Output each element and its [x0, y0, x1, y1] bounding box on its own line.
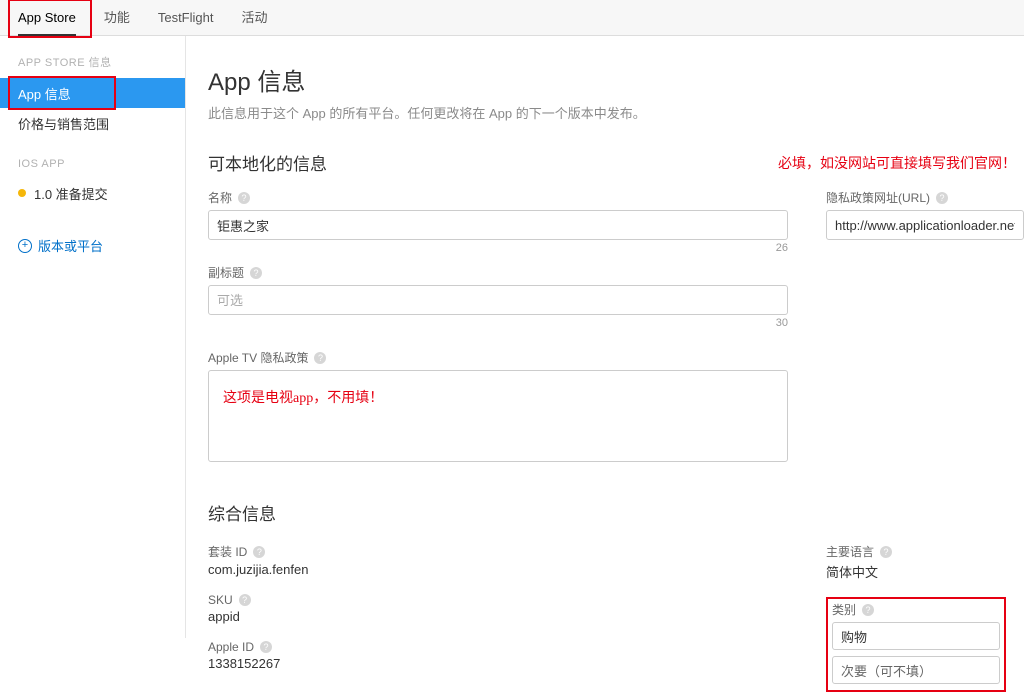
help-icon[interactable]: ? — [880, 546, 892, 558]
sidebar: APP STORE 信息 App 信息 价格与销售范围 IOS APP 1.0 … — [0, 36, 186, 638]
page-title: App 信息 — [208, 62, 1024, 97]
page-description: 此信息用于这个 App 的所有平台。任何更改将在 App 的下一个版本中发布。 — [208, 103, 1024, 122]
apple-tv-privacy-box[interactable]: 这项是电视app，不用填！ — [208, 370, 788, 462]
tab-activity[interactable]: 活动 — [241, 0, 267, 36]
annotation-required-note: 必填，如没网站可直接填写我们官网！ — [778, 153, 1024, 173]
label-text: 副标题 — [208, 264, 244, 281]
help-icon[interactable]: ? — [253, 546, 265, 558]
sidebar-section-ios: IOS APP — [0, 158, 185, 178]
label-apple-id: Apple ID ? — [208, 640, 788, 654]
label-primary-language: 主要语言 ? — [826, 543, 1024, 560]
main-content: App 信息 此信息用于这个 App 的所有平台。任何更改将在 App 的下一个… — [186, 36, 1024, 638]
help-icon[interactable]: ? — [238, 192, 250, 204]
add-link-label: 版本或平台 — [38, 236, 103, 255]
sidebar-section-appstore: APP STORE 信息 — [0, 54, 185, 78]
category-secondary-select[interactable]: 次要（可不填） — [832, 656, 1000, 684]
top-tabs: App Store 功能 TestFlight 活动 — [0, 0, 1024, 36]
status-dot-icon — [18, 189, 26, 197]
primary-language-value: 简体中文 — [826, 562, 1024, 581]
plus-circle-icon: + — [18, 239, 32, 253]
label-text: SKU — [208, 593, 233, 607]
apple-id-value: 1338152267 — [208, 656, 788, 671]
label-category: 类别 ? — [832, 601, 1000, 618]
sidebar-item-app-info[interactable]: App 信息 — [0, 78, 185, 108]
help-icon[interactable]: ? — [862, 604, 874, 616]
select-value: 次要（可不填） — [841, 661, 932, 680]
category-primary-select[interactable]: 购物 — [832, 622, 1000, 650]
name-input[interactable] — [208, 210, 788, 240]
add-version-platform-link[interactable]: + 版本或平台 — [0, 228, 185, 263]
sku-value: appid — [208, 609, 788, 624]
sidebar-item-label: 1.0 准备提交 — [34, 184, 108, 203]
select-value: 购物 — [841, 627, 867, 646]
label-subtitle: 副标题 ? — [208, 264, 788, 281]
sidebar-item-version[interactable]: 1.0 准备提交 — [0, 178, 185, 208]
sidebar-item-label: 价格与销售范围 — [18, 114, 109, 133]
annotation-tv-note: 这项是电视app，不用填！ — [223, 391, 383, 406]
sidebar-item-label: App 信息 — [18, 84, 71, 103]
label-text: 名称 — [208, 189, 232, 206]
subtitle-input[interactable] — [208, 285, 788, 315]
label-sku: SKU ? — [208, 593, 788, 607]
label-text: 主要语言 — [826, 543, 874, 560]
help-icon[interactable]: ? — [250, 267, 262, 279]
tab-app-store[interactable]: App Store — [18, 0, 76, 36]
name-char-count: 26 — [208, 242, 788, 254]
subtitle-char-count: 30 — [208, 317, 788, 329]
tab-features[interactable]: 功能 — [104, 0, 130, 36]
annotation-box-category: 类别 ? 购物 次要（可不填） — [826, 597, 1006, 692]
privacy-url-input[interactable] — [826, 210, 1024, 240]
label-text: 套装 ID — [208, 543, 247, 560]
label-name: 名称 ? — [208, 189, 788, 206]
help-icon[interactable]: ? — [260, 641, 272, 653]
section-title-general: 综合信息 — [208, 500, 1024, 525]
tab-testflight[interactable]: TestFlight — [158, 0, 214, 36]
section-title-localizable: 可本地化的信息 — [208, 150, 327, 175]
label-text: Apple TV 隐私政策 — [208, 349, 308, 366]
label-bundle-id: 套装 ID ? — [208, 543, 788, 560]
sidebar-item-pricing[interactable]: 价格与销售范围 — [0, 108, 185, 138]
label-text: Apple ID — [208, 640, 254, 654]
help-icon[interactable]: ? — [239, 594, 251, 606]
label-text: 隐私政策网址(URL) — [826, 189, 930, 206]
label-privacy-url: 隐私政策网址(URL) ? — [826, 189, 1024, 206]
help-icon[interactable]: ? — [936, 192, 948, 204]
label-apple-tv-privacy: Apple TV 隐私政策 ? — [208, 349, 788, 366]
bundle-id-value: com.juzijia.fenfen — [208, 562, 788, 577]
label-text: 类别 — [832, 601, 856, 618]
help-icon[interactable]: ? — [314, 352, 326, 364]
